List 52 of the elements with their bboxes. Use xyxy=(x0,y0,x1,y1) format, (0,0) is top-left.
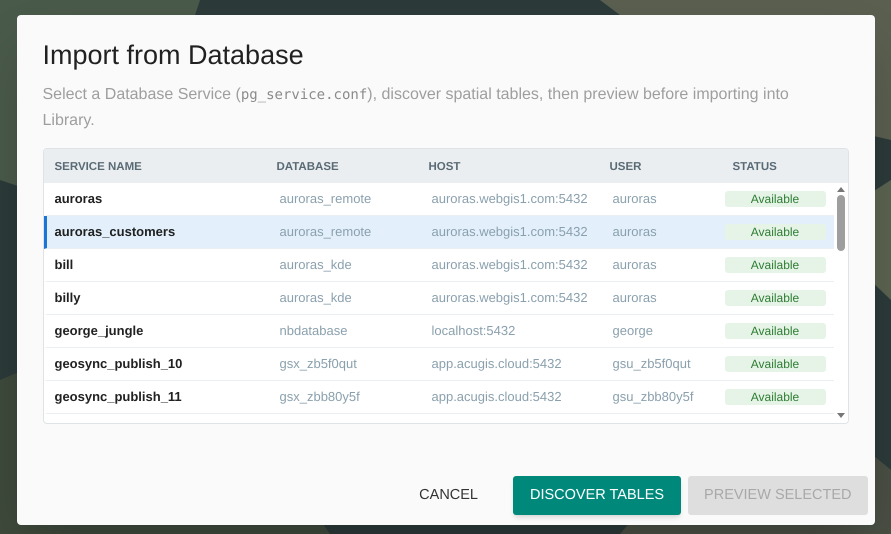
host-address: auroras.webgis1.com:5432 xyxy=(432,191,588,206)
user-name: auroras xyxy=(612,191,657,206)
status-badge: Available xyxy=(724,389,826,405)
dialog-button[interactable]: CANCEL xyxy=(399,476,498,514)
host-address: auroras.webgis1.com:5432 xyxy=(432,257,588,272)
table-row[interactable]: auroras_customers auroras_remote auroras.webgis1.com:5432 auroras Available xyxy=(44,216,834,249)
status-badge: Available xyxy=(724,323,826,339)
service-name: billy xyxy=(54,290,81,305)
status-badge: Available xyxy=(724,224,826,240)
host-address: auroras.webgis1.com:5432 xyxy=(432,224,588,239)
database-name: auroras_remote xyxy=(280,191,372,206)
service-name: geosync_publish_11 xyxy=(54,389,182,404)
database-name: auroras_remote xyxy=(280,224,372,239)
user-name: gsu_zb5f0qut xyxy=(612,356,691,371)
service-name: george_jungle xyxy=(54,323,144,338)
host-address: localhost:5432 xyxy=(432,323,516,338)
column-header: DATABASE xyxy=(276,161,339,173)
database-name: gsx_zb5f0qut xyxy=(280,356,357,371)
user-name: auroras xyxy=(612,224,657,239)
table-row[interactable]: geosync_publish_10 gsx_zb5f0qut app.acugis.cloud:5432 gsu_zb5f0qut Available xyxy=(44,348,834,381)
table-row[interactable]: billy auroras_kde auroras.webgis1.com:5432 auroras Available xyxy=(44,282,834,315)
host-address: auroras.webgis1.com:5432 xyxy=(432,290,588,305)
column-header: USER xyxy=(610,161,642,173)
database-name: auroras_kde xyxy=(280,257,352,272)
user-name: auroras xyxy=(612,257,657,272)
dialog-description: Select a Database Service (pg_service.conf), discover spatial tables, then preview before importing into Library. xyxy=(42,85,790,131)
status-badge: Available xyxy=(724,257,826,273)
column-header: HOST xyxy=(428,161,460,173)
scroll-up-icon[interactable] xyxy=(836,186,844,192)
scrollbar-thumb[interactable] xyxy=(836,195,844,251)
service-name: geosync_publish_10 xyxy=(54,356,182,371)
user-name: george xyxy=(612,323,653,338)
table-row[interactable]: bill auroras_kde auroras.webgis1.com:5432 auroras Available xyxy=(44,249,834,282)
service-name: auroras_customers xyxy=(54,224,176,239)
status-badge: Available xyxy=(724,290,826,306)
status-badge: Available xyxy=(724,356,826,372)
service-name: bill xyxy=(54,257,74,272)
user-name: gsu_zbb80y5f xyxy=(612,389,694,404)
host-address: app.acugis.cloud:5432 xyxy=(432,356,562,371)
dialog-title: Import from Database xyxy=(42,39,304,71)
host-address: app.acugis.cloud:5432 xyxy=(432,389,562,404)
database-name: gsx_zbb80y5f xyxy=(280,389,360,404)
user-name: auroras xyxy=(612,290,657,305)
database-name: nbdatabase xyxy=(280,323,348,338)
column-header: STATUS xyxy=(732,161,777,173)
service-name: auroras xyxy=(54,191,102,206)
table-row[interactable]: geosync_publish_11 gsx_zbb80y5f app.acugis.cloud:5432 gsu_zbb80y5f Available xyxy=(44,381,834,414)
dialog-button[interactable]: DISCOVER TABLES xyxy=(513,476,682,515)
column-header: SERVICE NAME xyxy=(54,161,142,173)
table-row[interactable]: george_jungle nbdatabase localhost:5432 george Available xyxy=(44,315,834,348)
status-badge: Available xyxy=(724,191,826,207)
database-name: auroras_kde xyxy=(280,290,352,305)
